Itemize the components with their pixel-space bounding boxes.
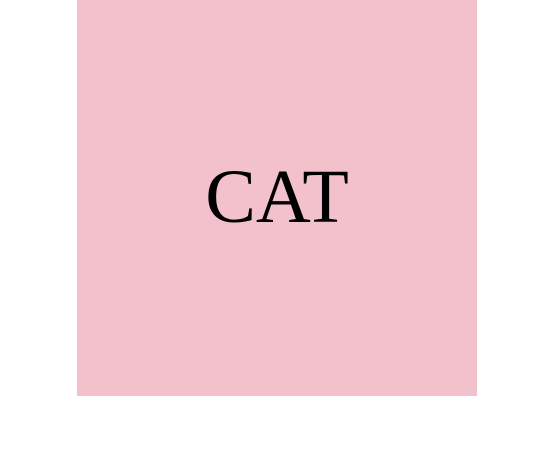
word-card[interactable]: CAT bbox=[77, 0, 477, 396]
page-canvas: CAT bbox=[0, 0, 557, 469]
word-label: CAT bbox=[205, 155, 349, 239]
